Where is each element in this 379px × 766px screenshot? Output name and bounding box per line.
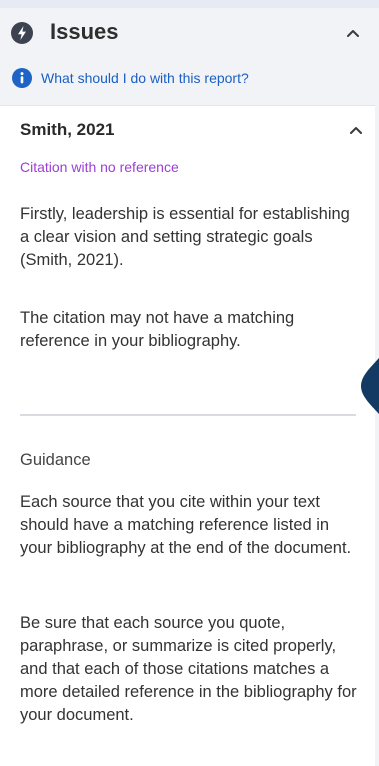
- guidance-heading: Guidance: [20, 451, 91, 469]
- help-report-link[interactable]: What should I do with this report?: [41, 68, 249, 88]
- issue-type-label: Citation with no reference: [20, 159, 179, 175]
- top-strip: [0, 0, 379, 8]
- issue-excerpt: Firstly, leadership is essential for est…: [20, 205, 350, 269]
- info-icon: [12, 68, 32, 88]
- issues-header[interactable]: Issues: [0, 8, 379, 56]
- guidance-paragraph: Be sure that each source you quote, para…: [20, 614, 357, 724]
- lightning-bolt-icon: [11, 22, 33, 44]
- collapse-issues-chevron-up-icon[interactable]: [342, 22, 364, 44]
- issues-panel: Issues What should I do with this report…: [0, 8, 379, 766]
- guidance-paragraph: Each source that you cite within your te…: [20, 493, 352, 557]
- side-panel-tab[interactable]: [352, 358, 379, 414]
- issue-title: Smith, 2021: [20, 120, 115, 139]
- issues-title: Issues: [50, 19, 119, 44]
- issue-explanation: The citation may not have a matching ref…: [20, 309, 295, 350]
- collapse-issue-chevron-up-icon[interactable]: [345, 119, 367, 141]
- divider: [20, 414, 356, 416]
- help-row: What should I do with this report?: [0, 60, 379, 100]
- issue-card: Smith, 2021 Citation with no reference F…: [0, 105, 375, 766]
